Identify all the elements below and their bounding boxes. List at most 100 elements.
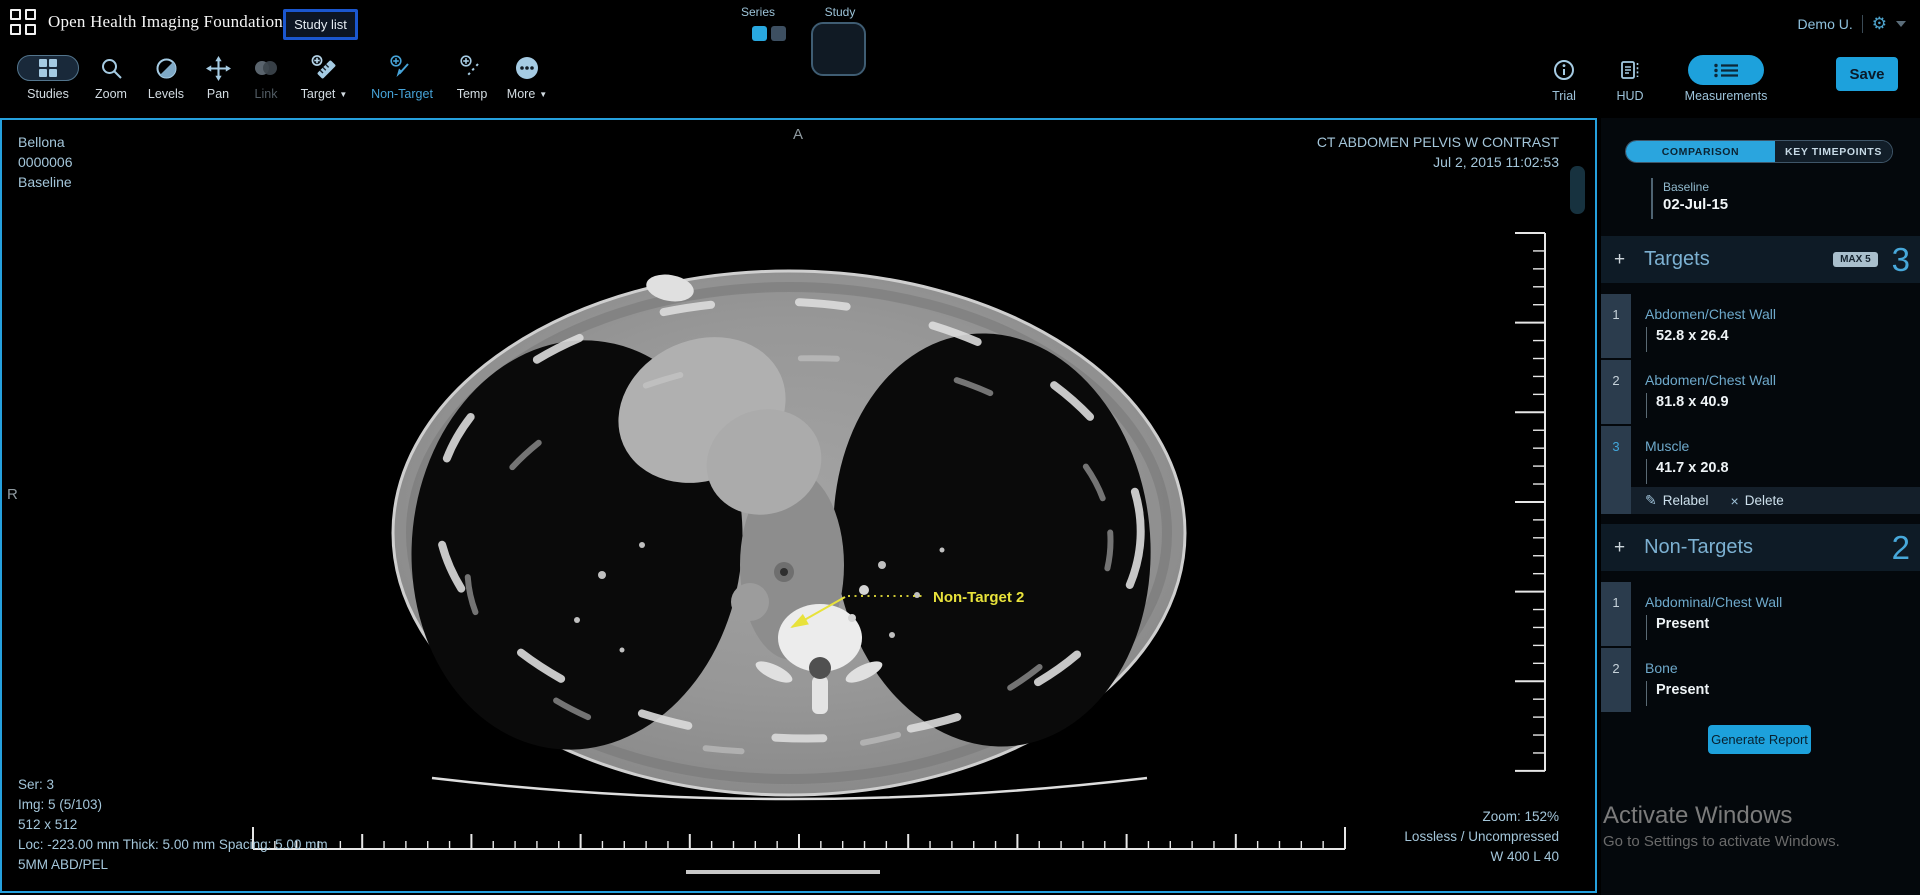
info-icon [1552, 58, 1576, 82]
non-target-arrow-icon [388, 54, 416, 82]
overlay-study-info: CT ABDOMEN PELVIS W CONTRAST Jul 2, 2015… [1317, 132, 1559, 172]
measurements-active-pill [1688, 55, 1764, 85]
measurement-label: Abdomen/Chest Wall [1631, 306, 1920, 322]
measurement-value: Present [1646, 681, 1709, 706]
overlay-display-info: Zoom: 152% Lossless / Uncompressed W 400… [1404, 807, 1559, 867]
ohif-logo-icon [10, 9, 38, 37]
relabel-button[interactable]: ✎ Relabel [1645, 492, 1709, 509]
target-row-2[interactable]: 2 Abdomen/Chest Wall 81.8 x 40.9 [1601, 360, 1920, 424]
watermark-subtitle: Go to Settings to activate Windows. [1603, 833, 1840, 850]
horizontal-ruler [253, 827, 1345, 849]
pencil-icon: ✎ [1645, 492, 1657, 509]
toolbar-button-pan[interactable]: Pan [196, 49, 240, 101]
targets-count: 3 [1892, 241, 1910, 279]
timepoint-date: 02-Jul-15 [1663, 196, 1728, 213]
toolbar-right: Trial HUD [1544, 51, 1898, 103]
list-icon [1713, 62, 1740, 79]
study-list-button[interactable]: Study list [283, 9, 358, 40]
slice-location: Loc: -223.00 mm Thick: 5.00 mm Spacing: … [18, 835, 328, 855]
delete-label: Delete [1745, 493, 1784, 508]
grid-icon [39, 59, 57, 77]
series-thumb[interactable] [771, 26, 786, 41]
toolbar-label: HUD [1616, 89, 1643, 103]
overlay-series-info: Ser: 3 Img: 5 (5/103) 512 x 512 Loc: -22… [18, 775, 328, 875]
series-thumb-active[interactable] [752, 26, 767, 41]
measurement-number: 1 [1601, 582, 1631, 646]
max-badge: MAX 5 [1833, 252, 1878, 267]
toolbar-button-temp[interactable]: Temp [448, 49, 496, 101]
toolbar-button-trial[interactable]: Trial [1544, 51, 1584, 103]
non-target-row-2[interactable]: 2 Bone Present [1601, 648, 1920, 712]
user-menu[interactable]: Demo U. ⚙ [1798, 0, 1906, 47]
series-description: 5MM ABD/PEL [18, 855, 328, 875]
toolbar-button-link[interactable]: Link [242, 49, 290, 101]
study-label: Study [812, 5, 868, 19]
toolbar: Studies Zoom Levels [0, 47, 1920, 112]
compression-info: Lossless / Uncompressed [1404, 827, 1559, 847]
close-icon: × [1731, 493, 1739, 509]
toolbar-button-target[interactable]: Target▼ [292, 49, 356, 101]
targets-header: + Targets MAX 5 3 [1601, 236, 1920, 283]
image-number: Img: 5 (5/103) [18, 795, 328, 815]
toolbar-label: Measurements [1685, 89, 1768, 103]
measurement-number: 3 [1601, 426, 1631, 514]
gear-icon[interactable]: ⚙ [1872, 15, 1887, 32]
generate-report-button[interactable]: Generate Report [1708, 725, 1811, 754]
toolbar-label: More [507, 87, 535, 101]
zoom-level: Zoom: 152% [1404, 807, 1559, 827]
tab-key-timepoints[interactable]: KEY TIMEPOINTS [1775, 141, 1892, 162]
add-target-button[interactable]: + [1614, 249, 1625, 271]
toolbar-label: Pan [207, 87, 229, 101]
relabel-label: Relabel [1663, 493, 1709, 508]
toolbar-button-levels[interactable]: Levels [138, 49, 194, 101]
target-row-1[interactable]: 1 Abdomen/Chest Wall 52.8 x 26.4 [1601, 294, 1920, 358]
measurement-number: 2 [1601, 360, 1631, 424]
toolbar-label: Link [255, 87, 278, 101]
vertical-ruler [1515, 233, 1545, 771]
studies-active-pill [17, 55, 79, 81]
link-toggle-icon [253, 60, 280, 76]
toolbar-label: Levels [148, 87, 184, 101]
toolbar-left: Studies Zoom Levels [12, 49, 556, 101]
toolbar-label: Studies [27, 87, 69, 101]
add-non-target-button[interactable]: + [1614, 537, 1625, 559]
save-button[interactable]: Save [1836, 57, 1898, 91]
ct-viewport[interactable]: Non-Target 2 A R Bellona 0000006 Baselin… [0, 118, 1597, 893]
toolbar-label: Target [301, 87, 336, 101]
toolbar-button-zoom[interactable]: Zoom [86, 49, 136, 101]
chevron-down-icon[interactable] [1896, 21, 1906, 27]
target-row-3-selected[interactable]: 3 Muscle 41.7 x 20.8 ✎ Relabel × Delete [1601, 426, 1920, 514]
window-level: W 400 L 40 [1404, 847, 1559, 867]
non-targets-count: 2 [1892, 529, 1910, 567]
orientation-marker-right: R [7, 486, 18, 503]
measurement-value: 41.7 x 20.8 [1646, 459, 1729, 484]
toolbar-button-studies[interactable]: Studies [12, 49, 84, 101]
targets-list: 1 Abdomen/Chest Wall 52.8 x 26.4 2 Abdom… [1601, 294, 1920, 514]
patient-id: 0000006 [18, 152, 73, 172]
timepoint-label: Baseline [1663, 180, 1728, 194]
stack-scrollbar-thumb[interactable] [1570, 166, 1585, 214]
toolbar-button-measurements[interactable]: Measurements [1676, 51, 1776, 103]
series-thumbnails[interactable] [752, 26, 786, 41]
delete-button[interactable]: × Delete [1731, 493, 1784, 509]
timepoint-entry[interactable]: Baseline 02-Jul-15 [1651, 178, 1728, 219]
toolbar-button-more[interactable]: More ▼ [498, 49, 556, 101]
panel-tabs: COMPARISON KEY TIMEPOINTS [1625, 140, 1893, 163]
series-label: Series [733, 5, 783, 19]
app-title: Open Health Imaging Foundation [48, 12, 283, 32]
measurement-label: Bone [1631, 660, 1920, 676]
user-name: Demo U. [1798, 16, 1853, 32]
caret-down-icon: ▼ [339, 90, 347, 99]
hud-panel-icon [1618, 58, 1642, 82]
measurement-number: 2 [1601, 648, 1631, 712]
non-target-row-1[interactable]: 1 Abdominal/Chest Wall Present [1601, 582, 1920, 646]
measurement-value: 81.8 x 40.9 [1646, 393, 1729, 418]
caret-down-icon: ▼ [539, 90, 547, 99]
toolbar-button-non-target[interactable]: Non-Target [358, 49, 446, 101]
measurement-label: Muscle [1631, 438, 1920, 454]
tab-comparison[interactable]: COMPARISON [1626, 141, 1775, 162]
target-ruler-icon [310, 54, 338, 82]
toolbar-button-hud[interactable]: HUD [1610, 51, 1650, 103]
orientation-marker-anterior: A [793, 126, 803, 143]
watermark-title: Activate Windows [1603, 802, 1840, 830]
